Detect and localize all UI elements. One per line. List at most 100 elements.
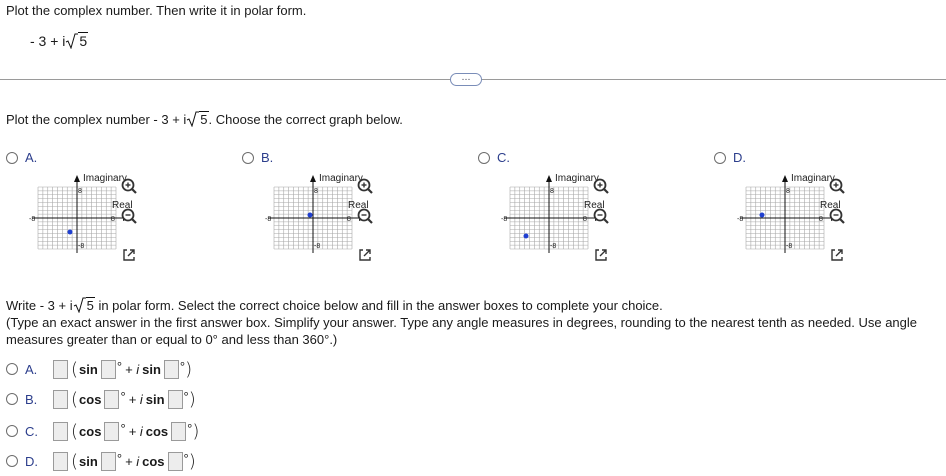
popout-icon[interactable] <box>121 247 137 263</box>
zoom-out-icon[interactable] <box>120 207 138 225</box>
polar-choice-a: A.(sin ° + i sin °) <box>6 358 192 380</box>
degree-symbol: ° <box>120 420 126 436</box>
graph-option-letter: D. <box>733 150 746 165</box>
angle-input-box-1[interactable] <box>104 389 120 409</box>
angle-input-box-2[interactable] <box>163 359 179 379</box>
trig-function-1: cos <box>79 423 102 439</box>
graph-option-letter: A. <box>25 150 38 165</box>
zoom-in-icon[interactable] <box>356 177 374 195</box>
graph-option-radio[interactable] <box>714 152 726 164</box>
angle-input-box-1[interactable] <box>100 359 116 379</box>
x-tick-label: -8 <box>501 216 507 223</box>
modulus-input-box[interactable] <box>53 421 68 441</box>
x-tick-label: -8 <box>737 216 743 223</box>
x-tick-label: 8 <box>583 216 587 223</box>
angle-input-box-1[interactable] <box>100 451 116 471</box>
y-tick-label: 8 <box>786 188 790 195</box>
trig-function-2: sin <box>145 391 165 407</box>
close-paren: ) <box>192 420 200 442</box>
complex-plane-graph: -8 88-8ImaginaryReal <box>29 173 133 253</box>
modulus-input-box[interactable] <box>53 451 68 471</box>
popout-icon[interactable] <box>829 247 845 263</box>
expand-more-button[interactable]: … <box>450 73 482 86</box>
polar-form-expression: (sin ° + i cos °) <box>53 451 196 472</box>
sqrt-sign-icon <box>73 297 86 314</box>
complex-plane-graph: -8 88-8ImaginaryReal <box>265 173 369 253</box>
graph-option-letter: B. <box>261 150 274 165</box>
polar-choice-radio[interactable] <box>6 393 18 405</box>
open-paren: ( <box>71 450 79 472</box>
zoom-out-icon[interactable] <box>592 207 610 225</box>
plotted-point <box>307 212 313 218</box>
imaginary-axis-arrow-icon <box>782 175 788 182</box>
polar-choice-d: D.(sin ° + i cos °) <box>6 450 196 472</box>
plus-i: + i <box>128 423 143 439</box>
zoom-in-icon[interactable] <box>828 177 846 195</box>
complex-plane-graph: -8 88-8ImaginaryReal <box>737 173 841 253</box>
polar-choice-letter: A. <box>25 361 38 377</box>
trig-function-1: sin <box>79 453 98 469</box>
x-tick-label: -8 <box>29 216 35 223</box>
angle-input-box-2[interactable] <box>167 451 183 471</box>
instructions-text: (Type an exact answer in the first answe… <box>6 315 918 347</box>
popout-icon[interactable] <box>593 247 609 263</box>
polar-form-expression: (sin ° + i sin °) <box>53 359 192 380</box>
open-paren: ( <box>71 420 79 442</box>
graph-option-radio[interactable] <box>242 152 254 164</box>
complex-number-expression: - 3 + i5 <box>30 32 89 50</box>
zoom-out-icon[interactable] <box>356 207 374 225</box>
modulus-input-box[interactable] <box>53 389 68 409</box>
graph-option-a: A. -8 8 8 -8 Imaginary Real <box>6 150 206 265</box>
degree-symbol: ° <box>116 450 123 466</box>
x-tick-label: 8 <box>347 216 351 223</box>
imaginary-axis-arrow-icon <box>74 175 80 182</box>
degree-symbol: ° <box>120 388 126 404</box>
open-paren: ( <box>71 388 79 410</box>
y-tick-label: -8 <box>786 243 792 250</box>
polar-choice-letter: C. <box>25 423 38 439</box>
zoom-in-icon[interactable] <box>592 177 610 195</box>
graph-option-d: D. -8 8 8 -8 Imaginary Real <box>714 150 914 265</box>
plus-i: + i <box>128 391 143 407</box>
y-tick-label: -8 <box>314 243 320 250</box>
polar-choice-letter: B. <box>25 391 38 407</box>
graph-option-radio[interactable] <box>478 152 490 164</box>
trig-function-1: sin <box>79 361 98 377</box>
trig-function-2: cos <box>142 453 165 469</box>
y-tick-label: -8 <box>78 243 84 250</box>
polar-choice-radio[interactable] <box>6 363 18 375</box>
close-paren: ) <box>188 450 196 472</box>
zoom-in-icon[interactable] <box>120 177 138 195</box>
y-tick-label: 8 <box>78 188 82 195</box>
sqrt-sign-icon <box>187 111 200 128</box>
complex-plane-graph: -8 88-8ImaginaryReal <box>501 173 605 253</box>
modulus-input-box[interactable] <box>53 359 68 379</box>
graph-option-b: B. -8 8 8 -8 Imaginary Real <box>242 150 442 265</box>
graph-prompt: Plot the complex number - 3 + i 5. Choose… <box>6 111 403 128</box>
angle-input-box-2[interactable] <box>167 389 183 409</box>
angle-input-box-2[interactable] <box>171 421 187 441</box>
close-paren: ) <box>185 358 193 380</box>
polar-form-prompt: Write - 3 + i5 in polar form. Select the… <box>6 297 936 348</box>
polar-choice-radio[interactable] <box>6 425 18 437</box>
polar-form-expression: (cos ° + i cos °) <box>53 421 199 442</box>
zoom-out-icon[interactable] <box>828 207 846 225</box>
sqrt-sign-icon <box>66 33 79 50</box>
polar-form-expression: (cos ° + i sin °) <box>53 389 196 410</box>
open-paren: ( <box>71 358 79 380</box>
y-tick-label: -8 <box>550 243 556 250</box>
popout-icon[interactable] <box>357 247 373 263</box>
plotted-point <box>759 212 765 218</box>
trig-function-1: cos <box>79 391 102 407</box>
x-tick-label: 8 <box>819 216 823 223</box>
y-tick-label: 8 <box>550 188 554 195</box>
graph-option-radio[interactable] <box>6 152 18 164</box>
degree-symbol: ° <box>116 358 123 374</box>
x-tick-label: 8 <box>111 216 115 223</box>
imaginary-axis-arrow-icon <box>546 175 552 182</box>
plus-i: + i <box>125 453 140 469</box>
polar-choice-radio[interactable] <box>6 455 18 467</box>
angle-input-box-1[interactable] <box>104 421 120 441</box>
graph-option-c: C. -8 8 8 -8 Imaginary Real <box>478 150 678 265</box>
trig-function-2: cos <box>145 423 169 439</box>
